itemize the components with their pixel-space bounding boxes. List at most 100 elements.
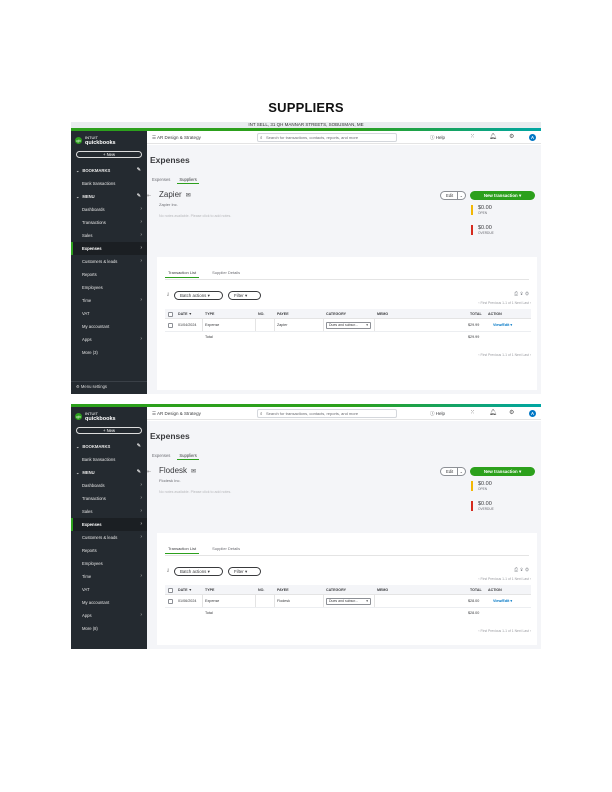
sidebar-item-apps[interactable]: Apps › — [71, 333, 147, 346]
avatar[interactable]: A — [529, 134, 536, 141]
batch-actions-button[interactable]: Batch actions ▾ — [174, 291, 223, 300]
supplier-notes[interactable]: No notes available. Please click to add … — [159, 490, 231, 494]
row-checkbox[interactable] — [168, 599, 173, 604]
company-switcher[interactable]: ☰ AR Design & Strategy — [152, 131, 201, 144]
column-header-payee[interactable]: PAYEE — [277, 585, 289, 595]
sidebar-item-employees[interactable]: Employees — [71, 281, 147, 294]
new-button[interactable]: + New — [76, 151, 142, 158]
help-button[interactable]: ⓘ Help — [430, 407, 445, 420]
quickbooks-logo[interactable]: qb INTUIT quickbooks — [71, 133, 147, 148]
search-input[interactable]: ⌕ Search for transactions, contacts, repo… — [257, 133, 397, 142]
category-select[interactable]: Dues and subscr... ▾ — [326, 598, 371, 605]
avatar[interactable]: A — [529, 410, 536, 417]
tab-suppliers[interactable]: Suppliers — [177, 452, 199, 460]
column-header-total[interactable]: TOTAL — [470, 585, 482, 595]
edit-button[interactable]: Edit ⌄ — [440, 191, 466, 200]
sidebar-item-expenses[interactable]: Expenses › — [71, 518, 147, 531]
tab-supplier-details[interactable]: Supplier Details — [209, 545, 243, 554]
sidebar-item-transactions[interactable]: Transactions › — [71, 216, 147, 229]
sidebar-item-bookmarks[interactable]: ⌄ BOOKMARKS ✎ — [71, 440, 147, 453]
table-row[interactable]: 01/06/2024 Expense Flodesk Dues and subs… — [165, 595, 531, 608]
help-button[interactable]: ⓘ Help — [430, 131, 445, 144]
view-edit-link[interactable]: View/Edit ▾ — [493, 319, 512, 332]
sidebar-item-dashboards[interactable]: Dashboards › — [71, 479, 147, 492]
column-header-category[interactable]: CATEGORY — [326, 585, 346, 595]
tab-transaction-list[interactable]: Transaction List — [165, 269, 200, 278]
column-header-type[interactable]: TYPE — [205, 585, 214, 595]
sort-icon[interactable]: ⇃ — [166, 292, 170, 298]
sidebar-item-more-3[interactable]: More (3) — [71, 346, 147, 359]
bell-icon[interactable]: 🔔︎ — [489, 131, 497, 144]
filter-button[interactable]: Filter ▾ — [228, 567, 261, 576]
sidebar-item-apps[interactable]: Apps › — [71, 609, 147, 622]
sidebar-item-vat[interactable]: VAT — [71, 583, 147, 596]
sidebar-item-vat[interactable]: VAT — [71, 307, 147, 320]
caret-down-icon[interactable]: ▾ — [510, 323, 512, 327]
column-header-no[interactable]: NO. — [258, 585, 264, 595]
column-header-memo[interactable]: MEMO — [377, 309, 388, 319]
column-header-date[interactable]: DATE ▼ — [178, 309, 192, 319]
new-transaction-button[interactable]: New transaction ▾ — [470, 467, 535, 476]
sidebar-item-time[interactable]: Time › — [71, 570, 147, 583]
apps-grid-icon[interactable]: ⁙ — [470, 131, 475, 144]
edit-button[interactable]: Edit ⌄ — [440, 467, 466, 476]
sidebar-item-bookmarks[interactable]: ⌄ BOOKMARKS ✎ — [71, 164, 147, 177]
gear-icon[interactable]: ⚙ — [509, 407, 514, 420]
pagination-top[interactable]: ‹ First Previous 1-1 of 1 Next Last › — [478, 577, 531, 581]
quickbooks-logo[interactable]: qb INTUIT quickbooks — [71, 409, 147, 424]
column-header-date[interactable]: DATE ▼ — [178, 585, 192, 595]
sidebar-item-more-8[interactable]: More (8) — [71, 622, 147, 635]
collapse-panel-icon[interactable]: ⇤ — [147, 469, 151, 475]
column-header-type[interactable]: TYPE — [205, 309, 214, 319]
sort-icon[interactable]: ⇃ — [166, 568, 170, 574]
chevron-down-icon[interactable]: ⌄ — [456, 192, 463, 199]
column-header-category[interactable]: CATEGORY — [326, 309, 346, 319]
sidebar-item-time[interactable]: Time › — [71, 294, 147, 307]
pagination-bottom[interactable]: ‹ First Previous 1-1 of 1 Next Last › — [478, 353, 531, 357]
column-header-payee[interactable]: PAYEE — [277, 309, 289, 319]
mail-icon[interactable]: ✉ — [191, 469, 196, 475]
sidebar-item-my-accountant[interactable]: My accountant — [71, 320, 147, 333]
column-header-total[interactable]: TOTAL — [470, 309, 482, 319]
filter-button[interactable]: Filter ▾ — [228, 291, 261, 300]
category-select[interactable]: Dues and subscr... ▾ — [326, 322, 371, 329]
new-button[interactable]: + New — [76, 427, 142, 434]
sidebar-item-reports[interactable]: Reports — [71, 268, 147, 281]
tab-supplier-details[interactable]: Supplier Details — [209, 269, 243, 278]
row-checkbox[interactable] — [168, 323, 173, 328]
column-header-memo[interactable]: MEMO — [377, 585, 388, 595]
batch-actions-button[interactable]: Batch actions ▾ — [174, 567, 223, 576]
tab-expenses[interactable]: Expenses — [150, 452, 172, 460]
sidebar-item-sales[interactable]: Sales › — [71, 505, 147, 518]
settings-icon[interactable]: ⚙ — [525, 567, 531, 573]
sidebar-item-reports[interactable]: Reports — [71, 544, 147, 557]
menu-settings[interactable]: ⚙ Menu settings — [71, 381, 147, 391]
sidebar-item-expenses[interactable]: Expenses › — [71, 242, 147, 255]
search-input[interactable]: ⌕ Search for transactions, contacts, repo… — [257, 409, 397, 418]
pagination-bottom[interactable]: ‹ First Previous 1-1 of 1 Next Last › — [478, 629, 531, 633]
sidebar-item-bank-transactions[interactable]: Bank transactions — [71, 177, 147, 190]
pagination-top[interactable]: ‹ First Previous 1-1 of 1 Next Last › — [478, 301, 531, 305]
select-all-checkbox[interactable] — [168, 588, 173, 593]
tab-suppliers[interactable]: Suppliers — [177, 176, 199, 184]
sidebar-item-employees[interactable]: Employees — [71, 557, 147, 570]
chevron-down-icon[interactable]: ⌄ — [456, 468, 463, 475]
new-transaction-button[interactable]: New transaction ▾ — [470, 191, 535, 200]
column-header-no[interactable]: NO. — [258, 309, 264, 319]
select-all-checkbox[interactable] — [168, 312, 173, 317]
sidebar-item-customers-leads[interactable]: Customers & leads › — [71, 531, 147, 544]
sidebar-item-dashboards[interactable]: Dashboards › — [71, 203, 147, 216]
tab-expenses[interactable]: Expenses — [150, 176, 172, 184]
bell-icon[interactable]: 🔔︎ — [489, 407, 497, 420]
view-edit-link[interactable]: View/Edit ▾ — [493, 595, 512, 608]
apps-grid-icon[interactable]: ⁙ — [470, 407, 475, 420]
table-row[interactable]: 01/04/2024 Expense Zapier Dues and subsc… — [165, 319, 531, 332]
sidebar-item-customers-leads[interactable]: Customers & leads › — [71, 255, 147, 268]
tab-transaction-list[interactable]: Transaction List — [165, 545, 200, 554]
sidebar-item-menu[interactable]: ⌄ MENU ✎ — [71, 466, 147, 479]
sidebar-item-transactions[interactable]: Transactions › — [71, 492, 147, 505]
mail-icon[interactable]: ✉ — [186, 193, 191, 199]
settings-icon[interactable]: ⚙ — [525, 291, 531, 297]
caret-down-icon[interactable]: ▾ — [510, 599, 512, 603]
sidebar-item-bank-transactions[interactable]: Bank transactions — [71, 453, 147, 466]
